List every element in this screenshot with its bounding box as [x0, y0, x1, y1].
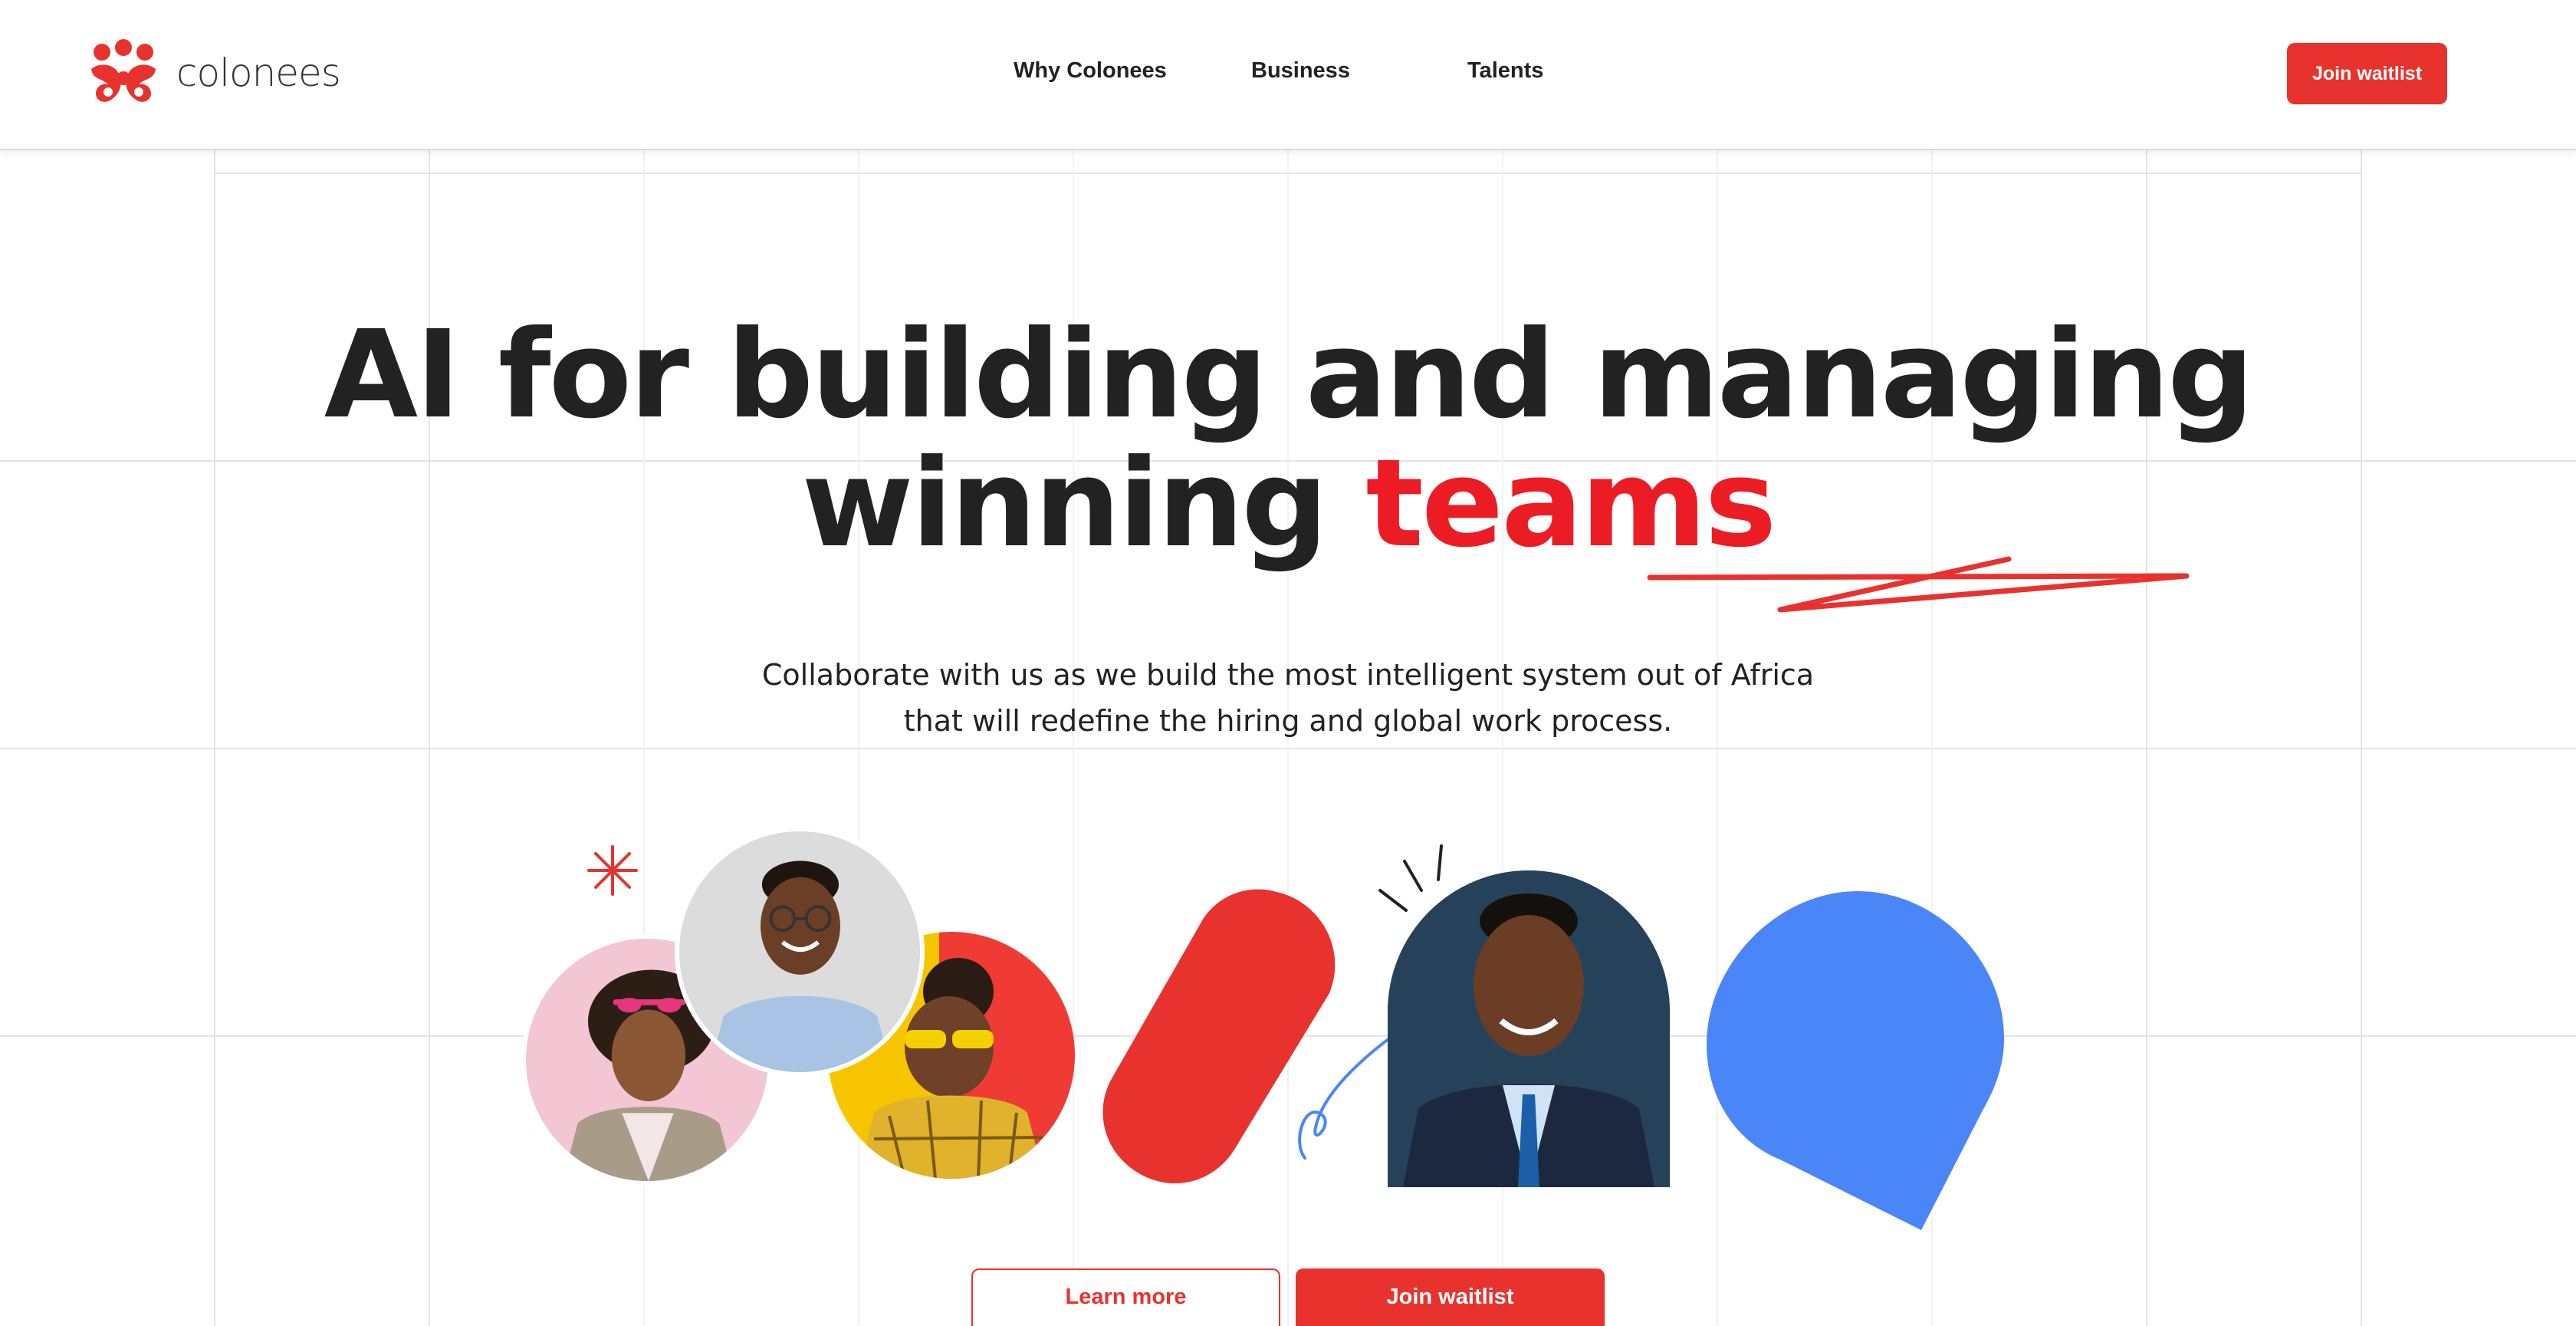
man-suit-photo [1388, 870, 1670, 1187]
learn-more-button[interactable]: Learn more [971, 1268, 1280, 1326]
nav-talents[interactable]: Talents [1467, 58, 1543, 84]
hero-subtitle: Collaborate with us as we build the most… [0, 652, 2576, 744]
main-nav: Why Colonees Business Talents [0, 58, 2576, 89]
blue-drop-shape [1707, 891, 2004, 1230]
hero-title-line1: AI for building and managing [324, 304, 2254, 446]
hero-subtitle-line2: that will redefine the hiring and global… [903, 704, 1673, 738]
scribble-underline [1647, 556, 2190, 613]
header-join-waitlist-button[interactable]: Join waitlist [2287, 43, 2447, 104]
join-waitlist-button[interactable]: Join waitlist [1296, 1268, 1605, 1326]
hero-title: AI for building and managing winning tea… [0, 311, 2576, 568]
site-header: colonees Why Colonees Business Talents J… [0, 0, 2576, 150]
man-glasses-photo [675, 827, 925, 1077]
hero-actions: Learn more Join waitlist [0, 1268, 2576, 1326]
nav-business[interactable]: Business [1251, 58, 1350, 84]
asterisk-icon [587, 845, 638, 896]
hero-title-line2-prefix: winning [801, 433, 1366, 574]
hero-subtitle-line1: Collaborate with us as we build the most… [761, 658, 1815, 692]
nav-why-colonees[interactable]: Why Colonees [1014, 58, 1167, 84]
learn-more-label: Learn more [1065, 1284, 1187, 1309]
join-waitlist-label: Join waitlist [1386, 1284, 1514, 1309]
